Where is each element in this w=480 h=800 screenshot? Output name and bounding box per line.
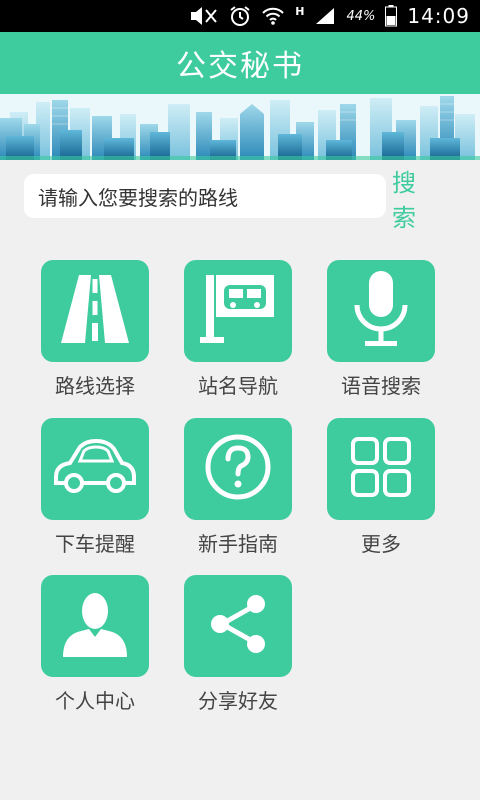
car-icon [50, 437, 140, 501]
city-skyline-banner [0, 94, 480, 160]
mute-icon [189, 6, 219, 26]
personal-center-label: 个人中心 [55, 689, 135, 713]
microphone-icon [351, 269, 411, 353]
signal-icon [314, 6, 336, 26]
search-button[interactable]: 搜 索 [392, 169, 464, 232]
city-skyline-image [0, 94, 480, 160]
share-icon [206, 592, 270, 660]
battery-icon [385, 5, 398, 27]
share-friends-label: 分享好友 [198, 689, 278, 713]
beginner-guide-button[interactable] [184, 418, 292, 520]
more-button[interactable] [327, 418, 435, 520]
alarm-icon [229, 5, 251, 27]
more-label: 更多 [361, 532, 401, 556]
bus-stop-sign-icon [198, 271, 278, 351]
search-input[interactable]: 请输入您要搜索的路线 [24, 174, 386, 218]
route-select-button[interactable] [41, 260, 149, 362]
station-navigation-label: 站名导航 [198, 374, 278, 398]
road-icon [55, 273, 135, 349]
search-placeholder: 请输入您要搜索的路线 [38, 185, 238, 210]
question-icon [203, 432, 273, 506]
station-navigation-button[interactable] [184, 260, 292, 362]
voice-search-label: 语音搜索 [341, 374, 421, 398]
clock: 14:09 [407, 4, 470, 28]
status-bar: H 44% 14:09 [0, 0, 480, 32]
route-select-label: 路线选择 [55, 374, 135, 398]
share-friends-button[interactable] [184, 575, 292, 677]
alight-reminder-label: 下车提醒 [55, 532, 135, 556]
title-bar: 公交秘书 [0, 32, 480, 94]
beginner-guide-label: 新手指南 [198, 532, 278, 556]
network-type: H [295, 4, 305, 18]
person-icon [59, 589, 131, 663]
page-title: 公交秘书 [176, 49, 304, 84]
battery-percent: 44% [346, 8, 376, 24]
wifi-icon [261, 6, 285, 26]
alight-reminder-button[interactable] [41, 418, 149, 520]
grid-icon [349, 435, 413, 503]
personal-center-button[interactable] [41, 575, 149, 677]
voice-search-button[interactable] [327, 260, 435, 362]
